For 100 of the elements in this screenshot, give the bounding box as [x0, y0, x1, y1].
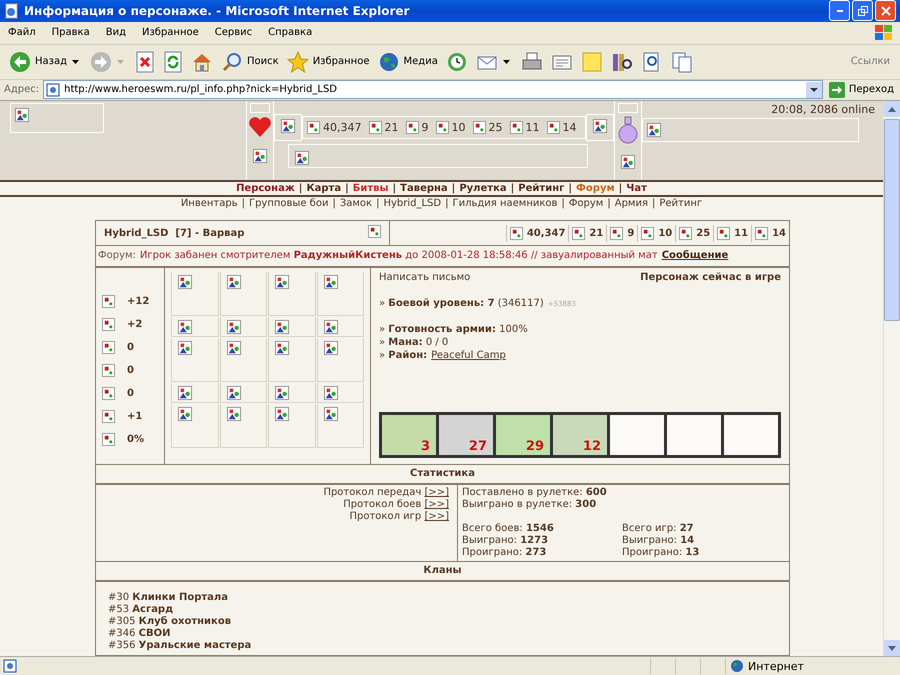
page-icon	[3, 659, 17, 674]
broken-image-icon	[647, 123, 661, 138]
ban-message: Игрок забанен смотрителем РадужныйКистень до 2008-01-28 18:58:46 // завуалированный мат	[140, 250, 658, 262]
nav-link[interactable]: Hybrid_LSD	[383, 198, 442, 210]
resource-cell: 9	[606, 224, 638, 242]
stat-line: Всего игр: 27	[622, 523, 694, 534]
nav-link[interactable]: Рейтинг	[659, 198, 702, 210]
info-line: » Мана: 0 / 0	[379, 336, 448, 350]
arrow-down-icon	[888, 646, 896, 651]
message-link[interactable]: Сообщение	[662, 250, 728, 262]
windows-flag-icon	[874, 24, 894, 42]
stat-line: Выиграно: 1273	[462, 535, 548, 546]
heart-icon	[248, 116, 272, 138]
protocol-link[interactable]: [>>]	[424, 487, 449, 498]
creature-portrait[interactable]: 3	[382, 415, 436, 456]
protocol-link[interactable]: [>>]	[424, 499, 449, 510]
nav-link[interactable]: Рулетка	[459, 183, 507, 194]
write-letter-link[interactable]: Написать письмо	[379, 272, 470, 284]
toolbar-button[interactable]: Медиа	[374, 48, 441, 75]
dropdown-caret-icon[interactable]	[72, 60, 80, 64]
forum-label: Форум:	[98, 250, 136, 262]
resource-value: 25	[488, 121, 502, 134]
separator: |	[345, 183, 349, 194]
close-button[interactable]	[875, 0, 896, 22]
globe-icon	[378, 50, 400, 73]
maximize-button[interactable]	[852, 0, 873, 22]
browser-page-icon	[4, 2, 20, 19]
nav-link[interactable]: Групповые бои	[248, 198, 328, 210]
links-label[interactable]: Ссылки	[850, 56, 890, 68]
district-link[interactable]: Peaceful Camp	[431, 349, 506, 362]
nav-link[interactable]: Рейтинг	[518, 183, 564, 194]
stat-value: +12	[127, 296, 150, 308]
scroll-up-button[interactable]	[884, 101, 900, 118]
menu-item[interactable]: Избранное	[134, 27, 207, 38]
info-label: » Район:	[379, 349, 428, 362]
nav-link[interactable]: Битвы	[352, 183, 389, 194]
minimize-icon	[836, 10, 842, 12]
separator: |	[445, 198, 448, 210]
protocol-link[interactable]: [>>]	[424, 511, 449, 522]
broken-image-icon	[436, 121, 448, 134]
clan-entry: #305 Клуб охотников	[108, 616, 232, 628]
broken-image-icon	[226, 341, 241, 356]
info-line: » Готовность армии: 100%	[379, 323, 528, 336]
stat-value: 0	[127, 388, 134, 400]
broken-image-icon	[102, 318, 115, 332]
dropdown-caret-icon[interactable]	[806, 82, 822, 98]
broken-image-icon	[755, 226, 768, 240]
pages-icon	[670, 50, 693, 73]
menu-item[interactable]: Вид	[98, 27, 134, 38]
dropdown-caret-icon[interactable]	[502, 60, 510, 64]
creature-portrait[interactable]: 27	[439, 415, 493, 456]
resource-cell: 25	[675, 224, 714, 242]
resource-value: 40,347	[323, 121, 362, 134]
arrow-up-icon	[888, 106, 896, 112]
separator: |	[298, 183, 302, 194]
broken-image-icon	[102, 295, 115, 308]
nav-link[interactable]: Инвентарь	[180, 198, 238, 210]
menu-item[interactable]: Файл	[0, 27, 44, 38]
nav-link[interactable]: Форум	[568, 198, 604, 210]
toolbar-button[interactable]: Назад	[6, 48, 70, 75]
toolbar-button[interactable]: Поиск	[218, 48, 282, 75]
broken-image-icon	[324, 275, 338, 290]
menu-item[interactable]: Правка	[44, 27, 98, 38]
section-header: Кланы	[96, 562, 789, 582]
minimize-button[interactable]	[829, 0, 850, 22]
address-field[interactable]: http://www.heroeswm.ru/pl_info.php?nick=Hybrid_LSD	[43, 80, 823, 100]
broken-image-icon	[275, 320, 290, 334]
toolbar-button[interactable]: Избранное	[284, 48, 372, 75]
empty-slot	[724, 415, 778, 456]
go-button[interactable]: Переход	[826, 82, 896, 98]
broken-image-icon	[275, 386, 290, 400]
creature-portrait[interactable]: 29	[496, 415, 550, 456]
nav-link[interactable]: Чат	[626, 183, 647, 194]
broken-image-icon	[15, 108, 29, 122]
menu-item[interactable]: Справка	[260, 27, 320, 38]
resource-value: 10	[452, 121, 466, 134]
nav-link[interactable]: Армия	[614, 198, 648, 210]
scroll-thumb[interactable]	[884, 119, 900, 322]
clan-entry: #53 Асгард	[108, 604, 174, 616]
separator: |	[242, 198, 245, 210]
scroll-down-button[interactable]	[884, 640, 900, 656]
potion-icon	[616, 116, 640, 144]
menu-item[interactable]: Сервис	[206, 27, 260, 38]
broken-image-icon	[679, 226, 692, 240]
protocol-label: Протокол игр	[349, 511, 422, 522]
broken-image-icon	[368, 225, 381, 238]
clan-entry: #30 Клинки Портала	[108, 592, 228, 604]
scrollbar[interactable]	[883, 101, 900, 656]
nav-link[interactable]: Замок	[340, 198, 372, 210]
online-clock: 20:08, 2086 online	[771, 103, 875, 116]
broken-image-icon	[178, 341, 192, 356]
nav-link[interactable]: Гильдия наемников	[452, 198, 558, 210]
resource-cell: 40,347	[506, 224, 568, 242]
creature-portrait[interactable]: 12	[553, 415, 607, 456]
nav-link[interactable]: Персонаж	[236, 183, 295, 194]
nav-link[interactable]: Таверна	[400, 183, 448, 194]
globe-icon	[730, 659, 744, 674]
nav-link[interactable]: Карта	[306, 183, 342, 194]
clan-entry: #346 СВОИ	[108, 628, 170, 640]
broken-image-icon	[253, 149, 267, 164]
